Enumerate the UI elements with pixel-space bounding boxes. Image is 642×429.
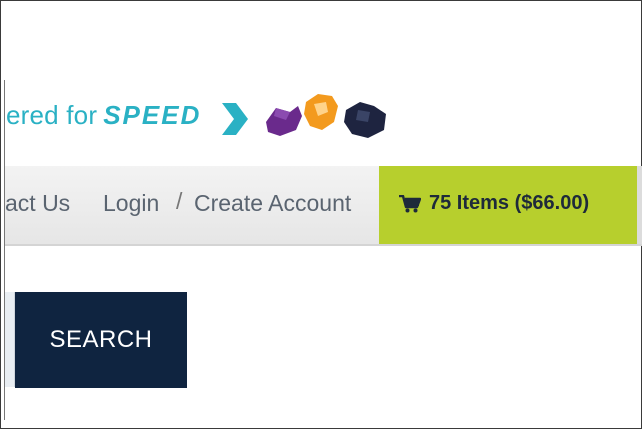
- cart-summary: 75 Items ($66.00): [429, 192, 590, 214]
- main-nav-bar: act Us Login / Create Account 75 Items (…: [5, 166, 642, 246]
- cart-icon: [399, 195, 421, 213]
- puzzle-pieces-logo: [266, 94, 386, 138]
- nav-login-link[interactable]: Login: [103, 190, 159, 217]
- tagline-text: ered for: [6, 100, 98, 130]
- speed-arrow-icon: [222, 103, 248, 135]
- cart-button[interactable]: 75 Items ($66.00): [379, 166, 637, 244]
- speed-word: SPEED: [103, 100, 202, 130]
- nav-contact-us-link[interactable]: act Us: [5, 190, 70, 217]
- nav-end-cap: [637, 166, 642, 244]
- orange-piece-icon: [304, 94, 338, 130]
- search-input[interactable]: [5, 292, 15, 387]
- purple-piece-icon: [266, 106, 302, 136]
- navy-piece-icon: [344, 102, 386, 138]
- search-button[interactable]: SEARCH: [15, 292, 187, 388]
- nav-create-account-link[interactable]: Create Account: [194, 190, 351, 217]
- logo-tagline: ered for SPEED: [6, 100, 201, 131]
- nav-separator: /: [176, 188, 183, 214]
